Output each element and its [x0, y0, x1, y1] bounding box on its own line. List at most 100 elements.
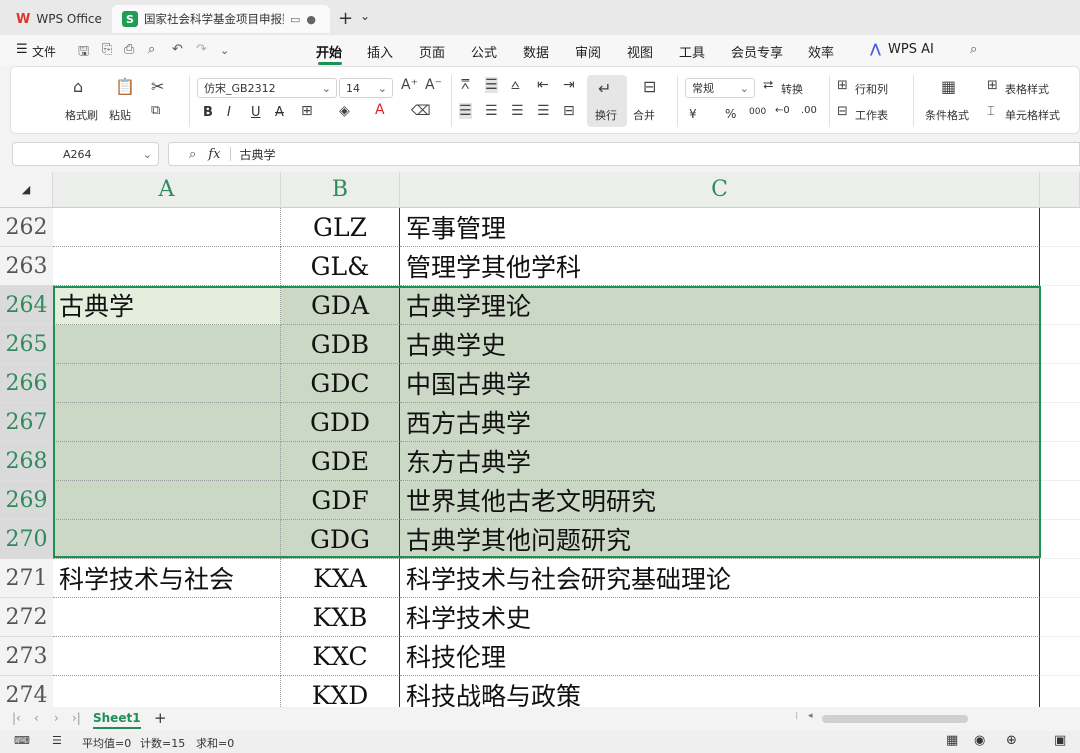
column-header-c[interactable]: C: [400, 172, 1040, 208]
row-header[interactable]: 264: [0, 286, 53, 325]
column-header-d[interactable]: [1040, 172, 1080, 208]
row-col-button[interactable]: 行和列: [855, 81, 888, 97]
new-tab-button[interactable]: +: [338, 8, 353, 29]
cell-a[interactable]: [53, 637, 281, 676]
cell-b[interactable]: GDG: [281, 520, 400, 559]
menu-data[interactable]: 数据: [523, 42, 549, 61]
cell-d[interactable]: [1040, 286, 1080, 325]
cell-d[interactable]: [1040, 364, 1080, 403]
fx-icon[interactable]: fx: [208, 147, 220, 162]
row-header[interactable]: 268: [0, 442, 53, 481]
clear-format-icon[interactable]: ⌫: [411, 103, 431, 119]
name-box[interactable]: A264 ⌄: [12, 142, 159, 166]
cell-d[interactable]: [1040, 598, 1080, 637]
cell-a[interactable]: [53, 208, 281, 247]
menu-wps-ai[interactable]: WPS AI: [888, 42, 934, 57]
row-header[interactable]: 265: [0, 325, 53, 364]
paste-icon[interactable]: 📋: [115, 77, 135, 96]
monitor-icon[interactable]: ▭: [290, 13, 300, 26]
dot-icon[interactable]: ●: [306, 13, 316, 26]
sheet-tab-sheet1[interactable]: Sheet1: [93, 711, 141, 729]
hamburger-icon[interactable]: ☰: [16, 42, 28, 57]
zoom-formula-icon[interactable]: ⌕: [189, 147, 196, 162]
paste-button[interactable]: 粘贴: [109, 107, 131, 123]
row-col-icon[interactable]: ⊞: [837, 78, 848, 93]
home-tab[interactable]: W WPS Office: [8, 5, 108, 33]
search-icon[interactable]: ⌕: [970, 42, 977, 57]
normal-view-icon[interactable]: ▦: [946, 733, 958, 748]
cell-c[interactable]: 古典学理论: [400, 286, 1040, 325]
align-left-icon[interactable]: ☰: [459, 103, 472, 119]
cell-c[interactable]: 科学技术与社会研究基础理论: [400, 559, 1040, 598]
formula-input[interactable]: ⌕ fx 古典学: [168, 142, 1080, 166]
cell-c[interactable]: 管理学其他学科: [400, 247, 1040, 286]
cut-icon[interactable]: ✂: [151, 77, 164, 96]
row-header[interactable]: 267: [0, 403, 53, 442]
cell-b[interactable]: GDF: [281, 481, 400, 520]
percent-button[interactable]: %: [725, 107, 736, 121]
file-menu[interactable]: 文件: [32, 43, 56, 60]
cell-b[interactable]: KXB: [281, 598, 400, 637]
align-center-icon[interactable]: ☰: [485, 103, 498, 119]
next-sheet-icon[interactable]: ›: [54, 711, 59, 725]
row-header[interactable]: 269: [0, 481, 53, 520]
align-bottom-icon[interactable]: ⩟: [511, 77, 520, 93]
font-name-select[interactable]: 仿宋_GB2312 ⌄: [197, 78, 337, 98]
convert-button[interactable]: 转换: [781, 81, 803, 97]
cell-b[interactable]: GDD: [281, 403, 400, 442]
eye-icon[interactable]: ◉: [974, 733, 985, 748]
column-header-b[interactable]: B: [281, 172, 400, 208]
layout-view-icon[interactable]: ⊕: [1006, 733, 1017, 748]
cell-a[interactable]: 古典学: [53, 286, 281, 325]
tab-list-button[interactable]: ⌄: [360, 9, 370, 23]
merge-button[interactable]: 合并: [633, 107, 655, 123]
menu-member[interactable]: 会员专享: [731, 42, 783, 61]
cell-d[interactable]: [1040, 520, 1080, 559]
menu-view[interactable]: 视图: [627, 42, 653, 61]
menu-efficiency[interactable]: 效率: [808, 42, 834, 61]
currency-button[interactable]: ¥: [689, 107, 697, 121]
cell-c[interactable]: 古典学史: [400, 325, 1040, 364]
merge-icon[interactable]: ⊟: [643, 77, 656, 96]
row-header[interactable]: 266: [0, 364, 53, 403]
format-painter-icon[interactable]: ⌂: [73, 77, 83, 96]
cell-d[interactable]: [1040, 442, 1080, 481]
cell-a[interactable]: [53, 598, 281, 637]
convert-icon[interactable]: ⮂: [763, 78, 773, 93]
page-view-icon[interactable]: ▣: [1054, 733, 1066, 748]
save-icon[interactable]: 🖫: [78, 42, 89, 64]
decrease-decimal-icon[interactable]: .00: [801, 105, 817, 116]
cell-b[interactable]: GDE: [281, 442, 400, 481]
menu-tools[interactable]: 工具: [679, 42, 705, 61]
cell-a[interactable]: 科学技术与社会: [53, 559, 281, 598]
cell-c[interactable]: 科学技术史: [400, 598, 1040, 637]
increase-font-icon[interactable]: A⁺: [401, 77, 418, 93]
row-header[interactable]: 270: [0, 520, 53, 559]
cell-c[interactable]: 古典学其他问题研究: [400, 520, 1040, 559]
format-painter-button[interactable]: 格式刷: [65, 107, 98, 123]
font-color-icon[interactable]: A: [375, 102, 385, 118]
row-header[interactable]: 274: [0, 676, 53, 707]
cell-b[interactable]: KXD: [281, 676, 400, 707]
cell-style-icon[interactable]: ⌶: [987, 104, 995, 119]
cell-d[interactable]: [1040, 325, 1080, 364]
font-size-select[interactable]: 14 ⌄: [339, 78, 393, 98]
cell-d[interactable]: [1040, 247, 1080, 286]
document-tab[interactable]: S 国家社会科学基金项目申报数据代码表 ▭ ●: [112, 5, 330, 33]
menu-page[interactable]: 页面: [419, 42, 445, 61]
cell-d[interactable]: [1040, 481, 1080, 520]
scroll-left-icon[interactable]: ◂: [808, 711, 813, 721]
cell-a[interactable]: [53, 364, 281, 403]
distribute-icon[interactable]: ⊟: [563, 103, 575, 119]
row-header[interactable]: 262: [0, 208, 53, 247]
table-style-button[interactable]: 表格样式: [1005, 81, 1049, 97]
add-sheet-button[interactable]: +: [154, 709, 167, 727]
cell-c[interactable]: 科技战略与政策: [400, 676, 1040, 707]
cell-a[interactable]: [53, 676, 281, 707]
wrap-button[interactable]: ↵ 换行: [587, 75, 627, 127]
table-style-icon[interactable]: ⊞: [987, 78, 998, 93]
row-header[interactable]: 273: [0, 637, 53, 676]
wps-ai-icon[interactable]: ⋀: [870, 42, 881, 57]
align-top-icon[interactable]: ⩞: [461, 77, 470, 93]
cell-c[interactable]: 军事管理: [400, 208, 1040, 247]
